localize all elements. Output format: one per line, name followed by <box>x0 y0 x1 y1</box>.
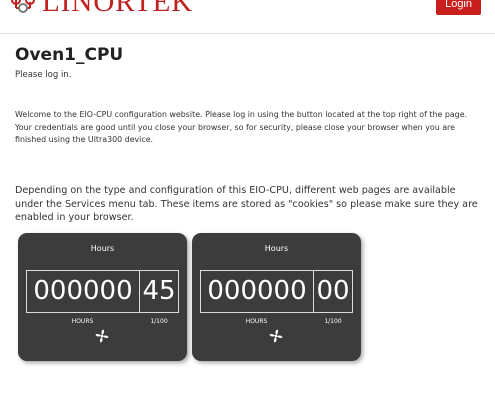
header: LINORTEK Login <box>0 0 495 34</box>
login-button[interactable]: Login <box>436 0 481 15</box>
hours-counter-1: Hours 000000 45 HOURS 1/100 <box>18 233 187 361</box>
counter-fraction-label: 1/100 <box>324 318 342 325</box>
page-title: Oven1_CPU <box>15 45 124 65</box>
fan-icon <box>95 329 109 343</box>
counter-title: Hours <box>90 244 115 253</box>
counter-main-value: 000000 <box>27 271 140 312</box>
logo[interactable]: LINORTEK <box>10 0 193 18</box>
counter-title: Hours <box>264 244 289 253</box>
counter-display: 000000 45 <box>26 270 179 313</box>
counter-display: 000000 00 <box>200 270 353 313</box>
fan-icon <box>269 329 283 343</box>
logo-text: LINORTEK <box>42 0 194 18</box>
counter-fraction-label: 1/100 <box>150 318 168 325</box>
info-text: Depending on the type and configuration … <box>15 185 478 224</box>
page-subtitle: Please log in. <box>15 70 72 80</box>
welcome-text: Welcome to the EIO-CPU configuration web… <box>15 110 468 145</box>
logo-icon <box>11 0 35 13</box>
hours-counter-2: Hours 000000 00 HOURS 1/100 <box>192 233 361 361</box>
counter-fraction-value: 00 <box>316 276 350 306</box>
counter-main-label: HOURS <box>71 318 94 325</box>
counter-main-label: HOURS <box>245 318 268 325</box>
counter-fraction-value: 45 <box>142 276 176 306</box>
counter-main-value: 000000 <box>201 271 314 312</box>
